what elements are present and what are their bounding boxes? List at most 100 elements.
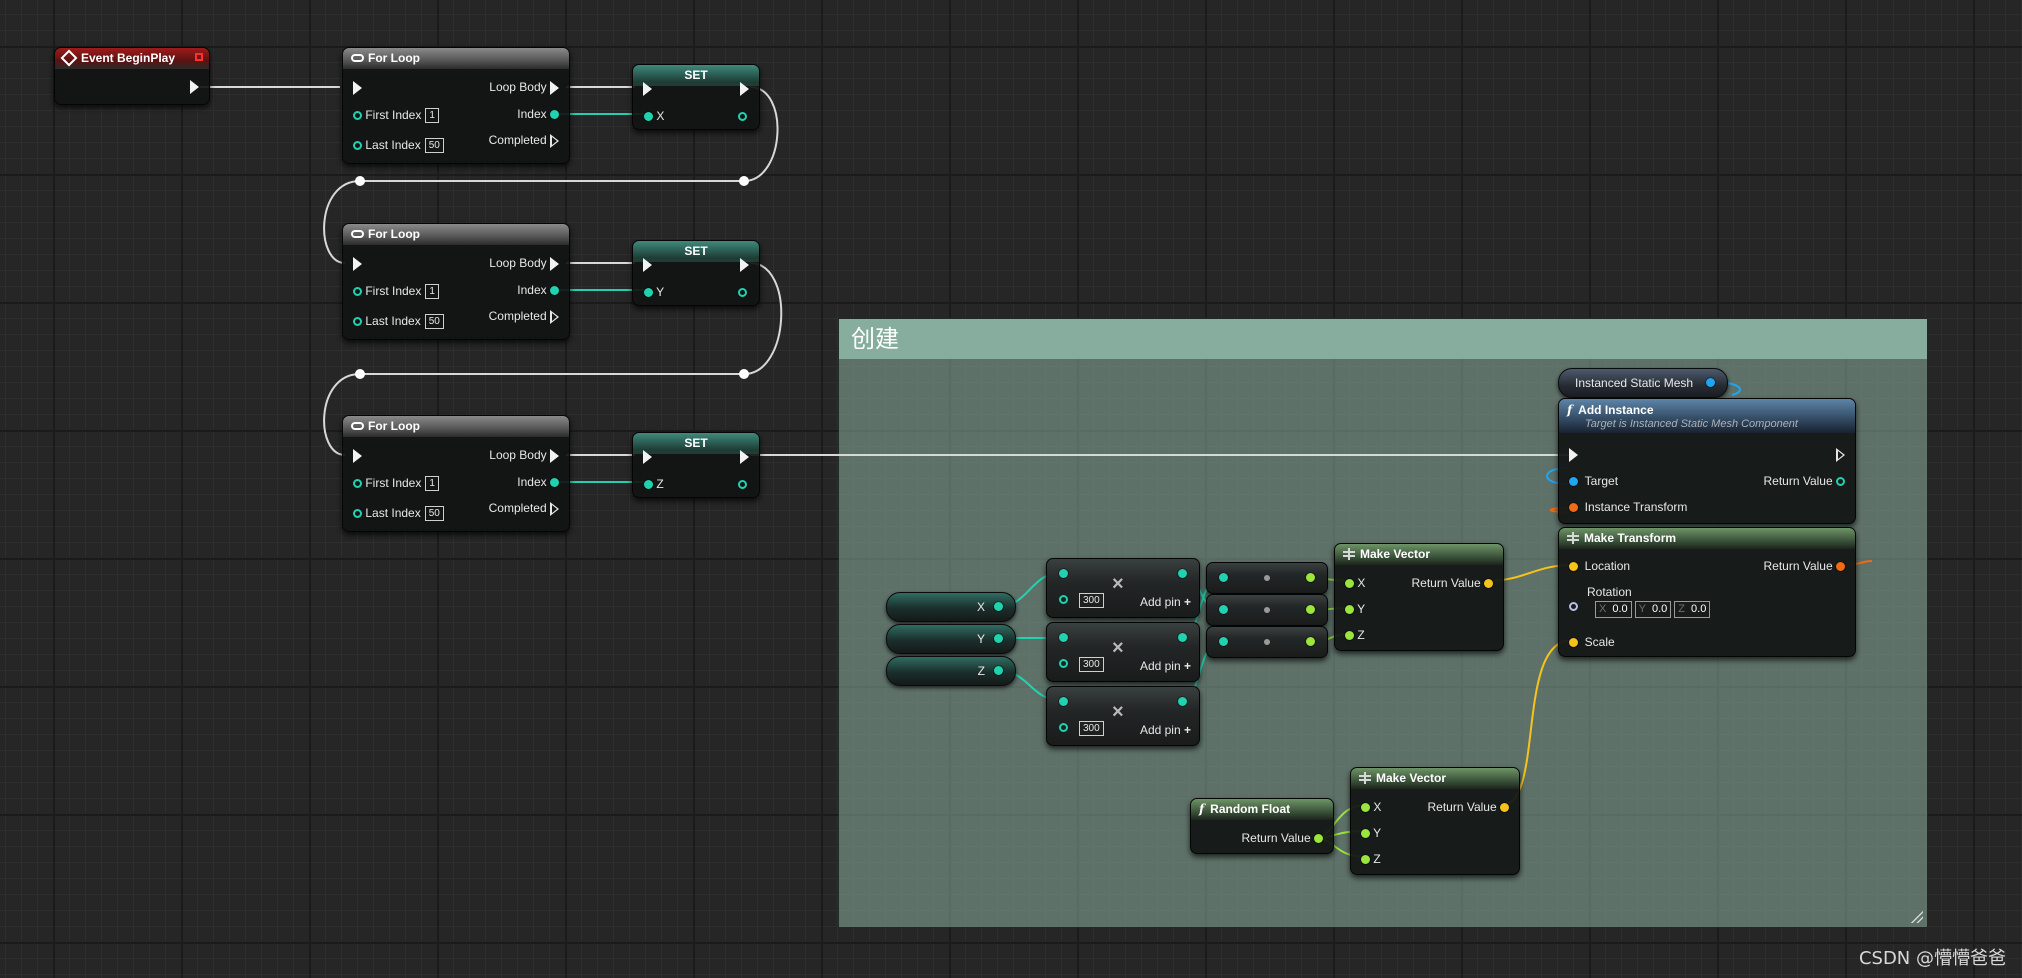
last-index-input[interactable]: 50 (424, 506, 444, 522)
b-in-pin[interactable] (1059, 659, 1068, 668)
var-in-pin[interactable] (644, 288, 653, 298)
multiply-node[interactable]: 300 × Add pin + (1046, 558, 1200, 618)
result-out-pin[interactable] (1178, 569, 1187, 578)
first-index-input[interactable]: 1 (425, 284, 439, 300)
var-out-pin[interactable] (738, 288, 747, 298)
add-instance-node[interactable]: f Add Instance Target is Instanced Static … (1558, 398, 1856, 524)
a-in-pin[interactable] (1059, 569, 1068, 578)
vector-out-pin[interactable] (1484, 579, 1493, 589)
for-loop-node[interactable]: For Loop Loop Body First Index 1 Index Co… (342, 47, 570, 164)
loop-body-pin[interactable] (550, 256, 559, 271)
get-var-z-node[interactable]: Z (886, 656, 1016, 686)
rotation-z-field[interactable]: Z 0.0 (1674, 601, 1711, 618)
first-index-input[interactable]: 1 (425, 108, 439, 124)
y-in-pin[interactable] (1345, 605, 1354, 615)
conversion-node[interactable] (1206, 626, 1328, 658)
target-pin[interactable] (1569, 477, 1578, 487)
exec-out-pin[interactable] (740, 81, 749, 96)
conversion-node[interactable] (1206, 594, 1328, 626)
result-out-pin[interactable] (1178, 633, 1187, 642)
y-in-pin[interactable] (1361, 829, 1370, 839)
random-float-node[interactable]: f Random Float Return Value (1190, 798, 1334, 854)
var-out-pin[interactable] (738, 112, 747, 122)
scale-pin[interactable] (1569, 638, 1578, 648)
index-pin[interactable] (550, 110, 559, 120)
last-index-pin[interactable] (353, 509, 362, 519)
resize-handle-icon[interactable] (1911, 911, 1923, 923)
object-out-pin[interactable] (1706, 378, 1715, 387)
last-index-pin[interactable] (353, 317, 362, 327)
b-in-pin[interactable] (1059, 723, 1068, 732)
rotation-pin[interactable] (1569, 602, 1578, 612)
transform-out-pin[interactable] (1836, 562, 1845, 572)
z-in-pin[interactable] (1345, 631, 1354, 641)
exec-out-pin[interactable] (1836, 447, 1845, 462)
add-pin-button[interactable]: Add pin + (1140, 659, 1191, 673)
multiplier-input[interactable]: 300 (1079, 657, 1104, 672)
for-loop-node[interactable]: For Loop Loop Body First Index 1 Index Co… (342, 223, 570, 340)
last-index-input[interactable]: 50 (424, 138, 444, 154)
multiplier-input[interactable]: 300 (1079, 593, 1104, 608)
exec-in-pin[interactable] (643, 449, 652, 464)
int-in-pin[interactable] (1219, 573, 1228, 582)
event-beginplay-node[interactable]: Event BeginPlay (54, 47, 210, 105)
var-in-pin[interactable] (644, 480, 653, 490)
float-out-pin[interactable] (1314, 834, 1323, 844)
float-out-pin[interactable] (1306, 637, 1315, 646)
multiply-node[interactable]: 300 × Add pin + (1046, 686, 1200, 746)
add-pin-button[interactable]: Add pin + (1140, 595, 1191, 609)
rotation-y-field[interactable]: Y 0.0 (1634, 601, 1672, 618)
a-in-pin[interactable] (1059, 633, 1068, 642)
get-var-y-node[interactable]: Y (886, 624, 1016, 654)
add-pin-button[interactable]: Add pin + (1140, 723, 1191, 737)
loop-body-pin[interactable] (550, 80, 559, 95)
float-out-pin[interactable] (1306, 573, 1315, 582)
result-out-pin[interactable] (1178, 697, 1187, 706)
a-in-pin[interactable] (1059, 697, 1068, 706)
last-index-input[interactable]: 50 (424, 314, 444, 330)
vector-out-pin[interactable] (1500, 803, 1509, 813)
exec-in-pin[interactable] (643, 257, 652, 272)
multiply-node[interactable]: 300 × Add pin + (1046, 622, 1200, 682)
var-out-pin[interactable] (994, 634, 1003, 643)
exec-in-pin[interactable] (643, 81, 652, 96)
make-vector-node[interactable]: Make Vector X Return Value Y Z (1334, 543, 1504, 651)
first-index-pin[interactable] (353, 111, 362, 121)
get-var-x-node[interactable]: X (886, 592, 1016, 622)
index-pin[interactable] (550, 478, 559, 488)
loop-body-pin[interactable] (550, 448, 559, 463)
x-in-pin[interactable] (1345, 579, 1354, 589)
exec-in-pin[interactable] (1569, 447, 1578, 462)
var-in-pin[interactable] (644, 112, 653, 122)
for-loop-node[interactable]: For Loop Loop Body First Index 1 Index Co… (342, 415, 570, 532)
exec-in-pin[interactable] (353, 80, 362, 95)
instance-transform-pin[interactable] (1569, 503, 1578, 513)
exec-in-pin[interactable] (353, 448, 362, 463)
make-vector-node[interactable]: Make Vector X Return Value Y Z (1350, 767, 1520, 875)
int-in-pin[interactable] (1219, 637, 1228, 646)
instanced-static-mesh-var[interactable]: Instanced Static Mesh (1558, 368, 1728, 398)
var-out-pin[interactable] (738, 480, 747, 490)
multiplier-input[interactable]: 300 (1079, 721, 1104, 736)
x-in-pin[interactable] (1361, 803, 1370, 813)
completed-pin[interactable] (550, 309, 559, 324)
set-node[interactable]: SET X (632, 64, 760, 130)
rotation-x-field[interactable]: X 0.0 (1595, 601, 1632, 618)
delegate-icon[interactable] (195, 53, 203, 61)
b-in-pin[interactable] (1059, 595, 1068, 604)
exec-out-pin[interactable] (190, 79, 199, 94)
first-index-input[interactable]: 1 (425, 476, 439, 492)
var-out-pin[interactable] (994, 666, 1003, 675)
set-node[interactable]: SET Y (632, 240, 760, 306)
int-in-pin[interactable] (1219, 605, 1228, 614)
conversion-node[interactable] (1206, 562, 1328, 594)
set-node[interactable]: SET Z (632, 432, 760, 498)
last-index-pin[interactable] (353, 141, 362, 151)
z-in-pin[interactable] (1361, 855, 1370, 865)
exec-out-pin[interactable] (740, 449, 749, 464)
completed-pin[interactable] (550, 133, 559, 148)
var-out-pin[interactable] (994, 602, 1003, 611)
return-value-pin[interactable] (1836, 477, 1845, 487)
index-pin[interactable] (550, 286, 559, 296)
make-transform-node[interactable]: Make Transform Location Return Value Rot… (1558, 527, 1856, 657)
